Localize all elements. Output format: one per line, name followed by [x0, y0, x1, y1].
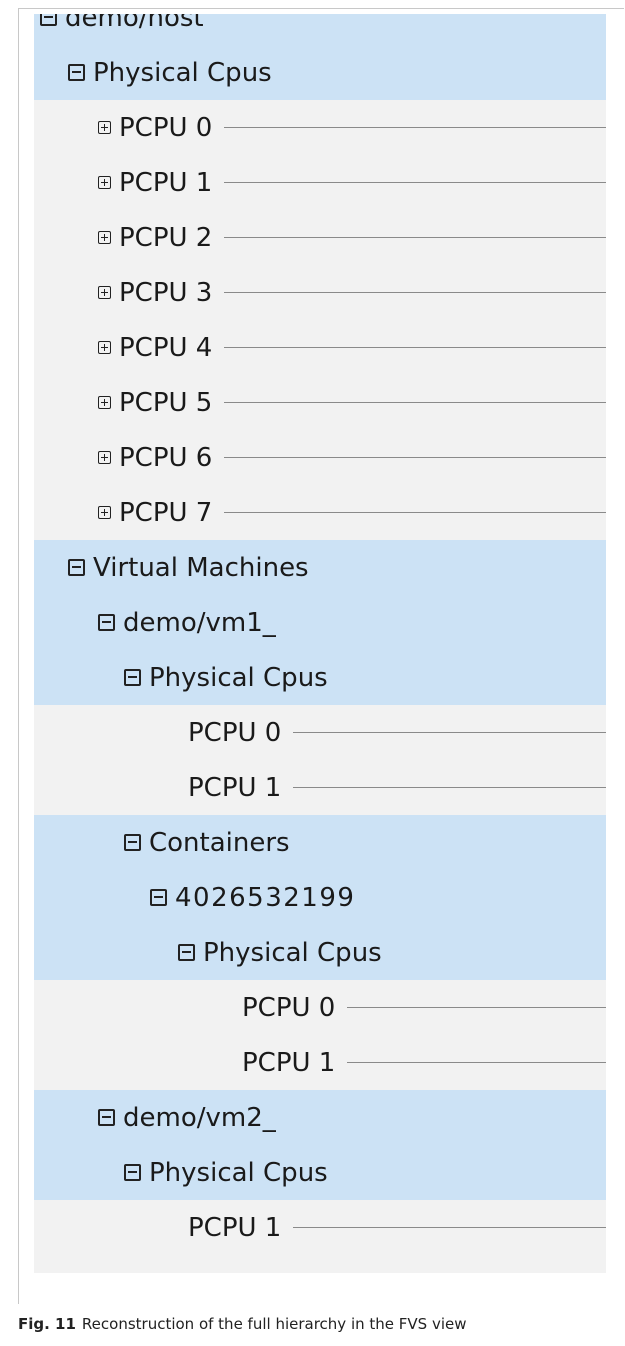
node-label: Physical Cpus	[93, 57, 272, 88]
figure-number: Fig. 11	[18, 1315, 76, 1333]
node-label: PCPU 0	[119, 112, 213, 143]
collapse-icon[interactable]	[68, 64, 85, 81]
expand-icon[interactable]	[98, 341, 111, 354]
node-label: Virtual Machines	[93, 552, 309, 583]
node-label: PCPU 1	[242, 1047, 336, 1078]
node-label: PCPU 0	[188, 717, 282, 748]
collapse-icon[interactable]	[124, 1164, 141, 1181]
timeline-line	[347, 1007, 606, 1008]
node-label: PCPU 5	[119, 387, 213, 418]
node-label: Physical Cpus	[203, 937, 382, 968]
tree-node-pcpu[interactable]: PCPU 1	[34, 155, 606, 210]
expand-icon[interactable]	[98, 451, 111, 464]
tree-node-demo-host[interactable]: demo/host	[34, 14, 606, 45]
timeline-line	[224, 457, 606, 458]
tree-node-host-physical-cpus[interactable]: Physical Cpus	[34, 45, 606, 100]
fvs-tree-view: demo/host Physical Cpus PCPU 0 PCPU 1 PC…	[34, 14, 606, 1273]
tree-empty-area	[34, 1255, 606, 1273]
tree-node-container-physical-cpus[interactable]: Physical Cpus	[34, 925, 606, 980]
expand-icon[interactable]	[98, 396, 111, 409]
tree-node-pcpu[interactable]: PCPU 7	[34, 485, 606, 540]
node-label: PCPU 6	[119, 442, 213, 473]
tree-node-pcpu[interactable]: PCPU 0	[34, 980, 606, 1035]
node-label: Containers	[149, 827, 290, 858]
timeline-line	[224, 402, 606, 403]
expand-icon[interactable]	[98, 121, 111, 134]
node-label: PCPU 2	[119, 222, 213, 253]
tree-node-virtual-machines[interactable]: Virtual Machines	[34, 540, 606, 595]
tree-node-pcpu[interactable]: PCPU 1	[34, 1035, 606, 1090]
node-label: demo/host	[65, 14, 204, 33]
timeline-line	[224, 292, 606, 293]
timeline-line	[224, 127, 606, 128]
timeline-line	[224, 347, 606, 348]
timeline-line	[347, 1062, 606, 1063]
node-label: Physical Cpus	[149, 662, 328, 693]
tree-node-container-4026532199[interactable]: 4026532199	[34, 870, 606, 925]
expand-icon[interactable]	[98, 286, 111, 299]
tree-node-vm2[interactable]: demo/vm2_	[34, 1090, 606, 1145]
tree-node-pcpu[interactable]: PCPU 3	[34, 265, 606, 320]
collapse-icon[interactable]	[68, 559, 85, 576]
collapse-icon[interactable]	[124, 834, 141, 851]
collapse-icon[interactable]	[98, 1109, 115, 1126]
timeline-line	[293, 732, 606, 733]
node-label: PCPU 3	[119, 277, 213, 308]
node-label: PCPU 0	[242, 992, 336, 1023]
tree-node-vm2-physical-cpus[interactable]: Physical Cpus	[34, 1145, 606, 1200]
expand-icon[interactable]	[98, 506, 111, 519]
tree-node-vm1-physical-cpus[interactable]: Physical Cpus	[34, 650, 606, 705]
node-label: 4026532199	[175, 882, 356, 913]
node-label: PCPU 1	[188, 772, 282, 803]
node-label: PCPU 1	[188, 1212, 282, 1243]
expand-icon[interactable]	[98, 176, 111, 189]
tree-node-vm1[interactable]: demo/vm1_	[34, 595, 606, 650]
collapse-icon[interactable]	[98, 614, 115, 631]
collapse-icon[interactable]	[124, 669, 141, 686]
tree-node-pcpu[interactable]: PCPU 1	[34, 1200, 606, 1255]
expand-icon[interactable]	[98, 231, 111, 244]
caption-text: Reconstruction of the full hierarchy in …	[81, 1315, 467, 1333]
tree-node-containers[interactable]: Containers	[34, 815, 606, 870]
timeline-line	[224, 182, 606, 183]
timeline-line	[224, 237, 606, 238]
collapse-icon[interactable]	[150, 889, 167, 906]
node-label: PCPU 4	[119, 332, 213, 363]
tree-node-pcpu[interactable]: PCPU 1	[34, 760, 606, 815]
tree-node-pcpu[interactable]: PCPU 6	[34, 430, 606, 485]
node-label: demo/vm2_	[123, 1102, 276, 1133]
timeline-line	[293, 787, 606, 788]
node-label: demo/vm1_	[123, 607, 276, 638]
timeline-line	[293, 1227, 606, 1228]
tree-node-pcpu[interactable]: PCPU 0	[34, 100, 606, 155]
node-label: PCPU 1	[119, 167, 213, 198]
collapse-icon[interactable]	[178, 944, 195, 961]
figure-caption: Fig. 11 Reconstruction of the full hierar…	[18, 1315, 467, 1333]
timeline-line	[224, 512, 606, 513]
tree-node-pcpu[interactable]: PCPU 2	[34, 210, 606, 265]
node-label: Physical Cpus	[149, 1157, 328, 1188]
tree-node-pcpu[interactable]: PCPU 5	[34, 375, 606, 430]
collapse-icon[interactable]	[40, 14, 57, 26]
tree-node-pcpu[interactable]: PCPU 0	[34, 705, 606, 760]
node-label: PCPU 7	[119, 497, 213, 528]
tree-node-pcpu[interactable]: PCPU 4	[34, 320, 606, 375]
